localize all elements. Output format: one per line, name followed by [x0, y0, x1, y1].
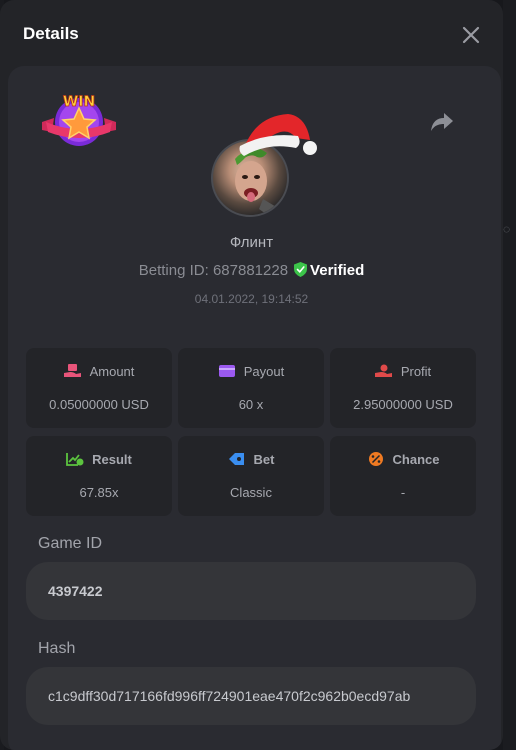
stat-label: Payout: [243, 364, 285, 379]
stat-amount: Amount 0.05000000 USD: [26, 348, 172, 428]
stat-value: 67.85x: [79, 485, 119, 500]
betting-id-value: 687881228: [212, 262, 289, 279]
stat-value: Classic: [230, 485, 272, 500]
share-icon[interactable]: [430, 112, 454, 132]
game-id-field[interactable]: 4397422: [26, 562, 476, 620]
right-edge: ◌: [503, 0, 516, 750]
game-id-label: Game ID: [38, 535, 103, 552]
hash-field[interactable]: c1c9dff30d717166fd996ff724901eae470f2c96…: [26, 667, 476, 725]
stat-label: Chance: [392, 452, 440, 467]
bet-datetime: 04.01.2022, 19:14:52: [194, 292, 309, 306]
close-icon[interactable]: [460, 24, 482, 46]
stat-chance: Chance -: [330, 436, 476, 516]
betting-id-label: Betting ID:: [138, 262, 209, 279]
stat-value: -: [400, 485, 406, 500]
stat-bet: Bet Classic: [178, 436, 324, 516]
verified-shield-icon: [294, 262, 308, 277]
modal-title: Details: [23, 24, 79, 43]
chart-check-icon: [66, 453, 84, 466]
stat-label: Bet: [253, 452, 275, 467]
profit-hand-icon: [374, 364, 392, 377]
verified-label: Verified: [310, 262, 365, 279]
stat-payout: Payout 60 x: [178, 348, 324, 428]
scroll-indicator-icon: ◌: [503, 222, 511, 236]
tag-icon: [228, 453, 244, 465]
stat-value: 0.05000000 USD: [49, 397, 149, 412]
stat-label: Profit: [400, 364, 432, 379]
stat-value: 2.95000000 USD: [353, 397, 453, 412]
stat-label: Result: [92, 452, 132, 467]
username: Флинт: [229, 234, 274, 251]
santa-hat-icon: [239, 114, 317, 156]
money-hand-icon: [63, 364, 81, 377]
details-modal: Details WIN Флинт Betting ID: 687881228 …: [0, 0, 503, 750]
hash-label: Hash: [38, 640, 76, 657]
betting-id-row: Betting ID: 687881228 Verified: [0, 262, 503, 279]
badge-text: WIN: [63, 94, 95, 110]
percent-icon: [368, 452, 383, 466]
card-icon: [218, 365, 235, 377]
stat-label: Amount: [89, 364, 135, 379]
stat-value: 60 x: [238, 397, 264, 412]
stat-result: Result 67.85x: [26, 436, 172, 516]
win-badge-icon: WIN: [42, 94, 116, 146]
stat-profit: Profit 2.95000000 USD: [330, 348, 476, 428]
